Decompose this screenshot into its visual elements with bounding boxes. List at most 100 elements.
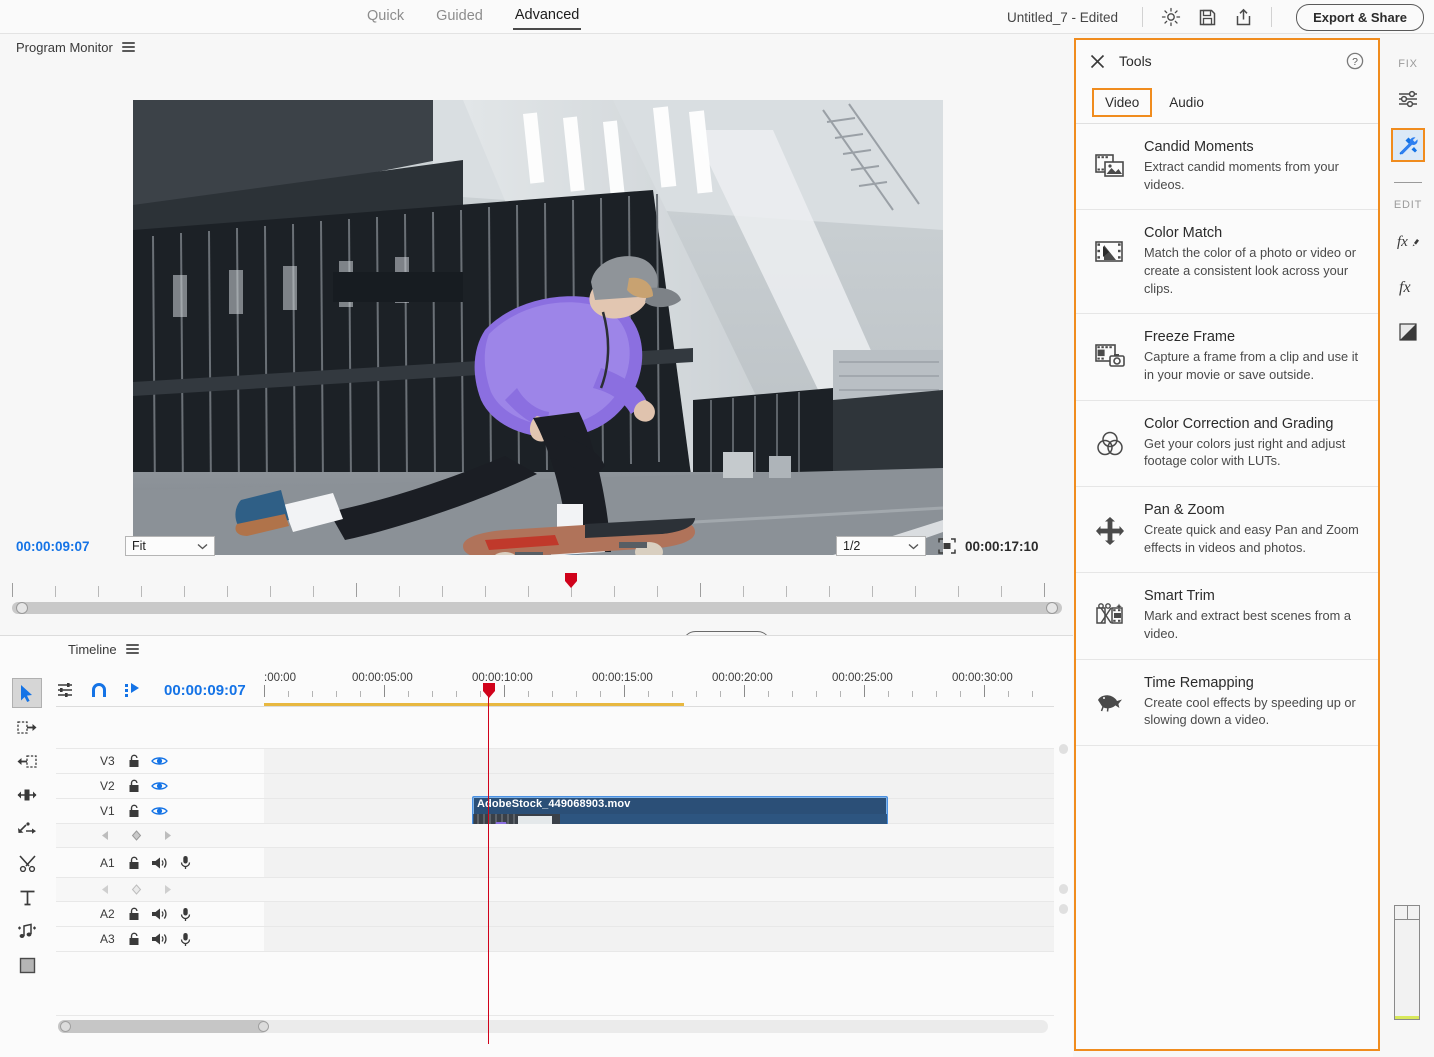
- tool-title: Color Correction and Grading: [1144, 415, 1334, 432]
- rail-scrollbar[interactable]: [1394, 905, 1420, 1020]
- tools-icon[interactable]: [1391, 128, 1425, 162]
- prev-keyframe-icon[interactable]: [100, 830, 111, 841]
- snap-magnet-icon[interactable]: [90, 682, 108, 699]
- tool-item-time-remapping[interactable]: Time Remapping Create cool effects by sp…: [1076, 660, 1378, 746]
- adjustments-icon[interactable]: [1391, 82, 1425, 116]
- monitor-current-time[interactable]: 00:00:09:07: [16, 539, 90, 554]
- speaker-icon[interactable]: [151, 932, 169, 946]
- timeline-hscroll[interactable]: [58, 1020, 1048, 1033]
- tab-video[interactable]: Video: [1092, 88, 1153, 117]
- keyframe-row-a1[interactable]: [56, 878, 1054, 902]
- track-settings-icon[interactable]: [56, 682, 74, 698]
- next-keyframe-icon[interactable]: [162, 884, 173, 895]
- timeline-current-time[interactable]: 00:00:09:07: [164, 682, 246, 699]
- microphone-icon[interactable]: [180, 932, 191, 947]
- tab-audio[interactable]: Audio: [1158, 90, 1215, 115]
- scrub-handle-left[interactable]: [16, 602, 28, 614]
- hamburger-menu-icon[interactable]: [125, 641, 139, 656]
- timeline-vscroll-mid[interactable]: [1059, 884, 1068, 894]
- lock-icon[interactable]: [128, 907, 140, 921]
- brightness-icon[interactable]: [1153, 4, 1189, 30]
- track-lane-v1[interactable]: AdobeStock_449068903.mov: [264, 796, 1054, 844]
- eye-icon[interactable]: [151, 780, 168, 792]
- track-lane-a2[interactable]: [264, 902, 1054, 926]
- tool-item-smart-trim[interactable]: Smart Trim Mark and extract best scenes …: [1076, 573, 1378, 660]
- track-lane-v2[interactable]: [264, 774, 1054, 798]
- eye-icon[interactable]: [151, 805, 168, 817]
- fx-icon[interactable]: fx: [1391, 269, 1425, 303]
- tool-item-freeze-frame[interactable]: Freeze Frame Capture a frame from a clip…: [1076, 314, 1378, 401]
- track-header-v3: V3: [56, 749, 264, 773]
- track-name: A3: [100, 932, 115, 946]
- help-icon[interactable]: ?: [1346, 52, 1364, 70]
- timeline-vscroll-top[interactable]: [1059, 744, 1068, 754]
- mode-tab-advanced[interactable]: Advanced: [512, 5, 582, 30]
- rectangle-tool[interactable]: [12, 950, 42, 980]
- keyframe-row-v1[interactable]: [56, 824, 1054, 848]
- scrub-handle-right[interactable]: [1046, 602, 1058, 614]
- keyframe-lane-v1[interactable]: [264, 824, 1054, 847]
- video-preview[interactable]: [133, 100, 943, 555]
- lock-icon[interactable]: [128, 754, 140, 768]
- add-keyframe-icon[interactable]: [131, 830, 142, 841]
- transitions-icon[interactable]: [1391, 315, 1425, 349]
- lock-icon[interactable]: [128, 779, 140, 793]
- timeline-vscroll-mid2[interactable]: [1059, 904, 1068, 914]
- svg-text:?: ?: [1352, 56, 1358, 68]
- microphone-icon[interactable]: [180, 855, 191, 870]
- selection-tool[interactable]: [12, 678, 42, 708]
- share-icon[interactable]: [1225, 4, 1261, 30]
- track-row-a1[interactable]: A1: [56, 848, 1054, 878]
- track-row-v1[interactable]: V1 AdobeStock_449068903.mov: [56, 796, 1054, 844]
- monitor-playhead-marker[interactable]: [564, 572, 577, 588]
- slide-tool[interactable]: [12, 814, 42, 844]
- microphone-icon[interactable]: [180, 907, 191, 922]
- type-tool[interactable]: [12, 882, 42, 912]
- track-row-v3[interactable]: V3: [56, 749, 1054, 774]
- tool-text: Color Match Match the color of a photo o…: [1144, 225, 1362, 297]
- prev-keyframe-icon[interactable]: [100, 884, 111, 895]
- effects-fx-icon[interactable]: fx: [1391, 223, 1425, 257]
- fullscreen-icon[interactable]: [938, 538, 956, 554]
- track-row-a2[interactable]: A2: [56, 902, 1054, 927]
- set-marker-icon[interactable]: [124, 682, 142, 699]
- track-lane-a3[interactable]: [264, 927, 1054, 951]
- ripple-trim-out-tool[interactable]: [12, 712, 42, 742]
- track-row-a3[interactable]: A3: [56, 927, 1054, 952]
- add-keyframe-icon[interactable]: [131, 884, 142, 895]
- speaker-icon[interactable]: [151, 907, 169, 921]
- lock-icon[interactable]: [128, 804, 140, 818]
- track-lane-v3[interactable]: [264, 749, 1054, 773]
- timeline-ruler[interactable]: :00:00 00:00:05:00 00:00:10:00 00:00:15:…: [264, 672, 1054, 704]
- lock-icon[interactable]: [128, 932, 140, 946]
- monitor-scrubber[interactable]: [12, 573, 1062, 616]
- timeline-hscroll-thumb[interactable]: [58, 1020, 268, 1033]
- track-lane-a1[interactable]: [264, 848, 1054, 877]
- hamburger-menu-icon[interactable]: [121, 39, 135, 54]
- next-keyframe-icon[interactable]: [162, 830, 173, 841]
- lock-icon[interactable]: [128, 856, 140, 870]
- tool-item-color-match[interactable]: Color Match Match the color of a photo o…: [1076, 210, 1378, 315]
- export-share-button[interactable]: Export & Share: [1296, 3, 1424, 31]
- hscroll-cap-left[interactable]: [60, 1021, 71, 1032]
- tool-item-candid-moments[interactable]: Candid Moments Extract candid moments fr…: [1076, 124, 1378, 211]
- speaker-icon[interactable]: [151, 856, 169, 870]
- hscroll-cap-right[interactable]: [258, 1021, 269, 1032]
- eye-icon[interactable]: [151, 755, 168, 767]
- quality-select[interactable]: 1/2: [836, 536, 926, 556]
- razor-tool[interactable]: [12, 848, 42, 878]
- zoom-level-select[interactable]: Fit: [125, 536, 215, 556]
- tool-item-color-correction[interactable]: Color Correction and Grading Get your co…: [1076, 401, 1378, 487]
- audio-tool[interactable]: [12, 916, 42, 946]
- monitor-scroll-track[interactable]: [12, 602, 1062, 614]
- timeline-playhead[interactable]: [483, 683, 495, 1044]
- slip-tool[interactable]: [12, 780, 42, 810]
- save-icon[interactable]: [1189, 4, 1225, 30]
- mode-tab-guided[interactable]: Guided: [434, 6, 485, 29]
- ripple-trim-in-tool[interactable]: [12, 746, 42, 776]
- close-icon[interactable]: [1090, 54, 1105, 69]
- tool-item-pan-zoom[interactable]: Pan & Zoom Create quick and easy Pan and…: [1076, 487, 1378, 574]
- keyframe-lane-a1[interactable]: [264, 878, 1054, 901]
- playhead-handle[interactable]: [482, 682, 495, 698]
- mode-tab-quick[interactable]: Quick: [365, 6, 406, 29]
